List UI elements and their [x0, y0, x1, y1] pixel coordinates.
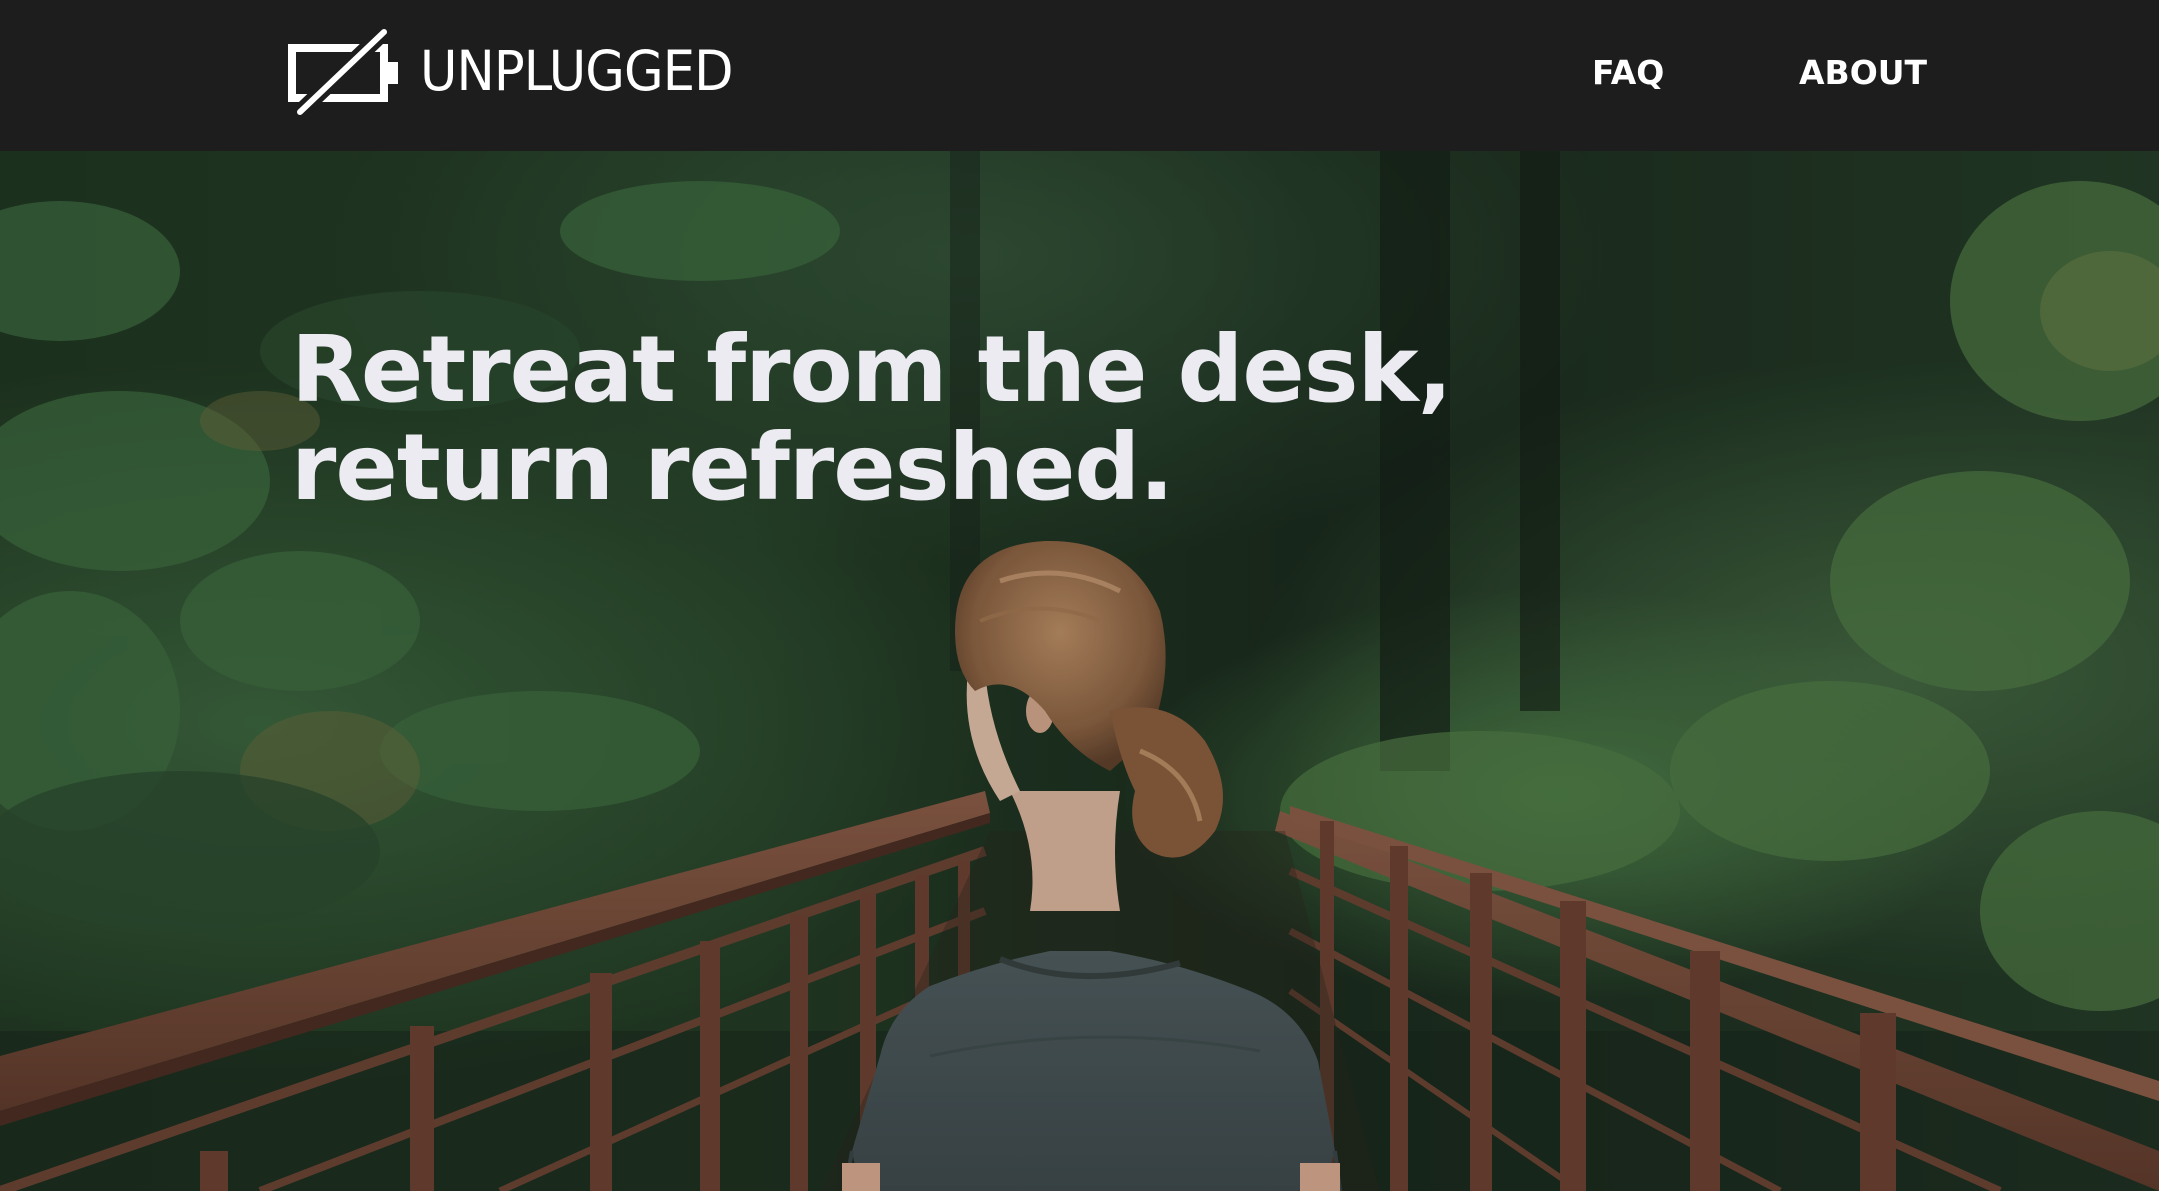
- hero-headline-line-1: Retreat from the desk,: [291, 316, 1453, 423]
- hero-headline-line-2: return refreshed.: [291, 414, 1174, 521]
- woman-on-forest-bridge-photo: [0, 151, 2159, 1191]
- battery-off-icon: [288, 26, 398, 116]
- brand-name: UNPLUGGED: [420, 38, 733, 103]
- hero-section: Retreat from the desk, return refreshed.: [0, 151, 2159, 1191]
- hero-headline: Retreat from the desk, return refreshed.: [291, 316, 1453, 521]
- nav-link-about[interactable]: ABOUT: [1799, 50, 1927, 94]
- brand-logo-link[interactable]: UNPLUGGED: [288, 26, 756, 116]
- site-header: UNPLUGGED FAQ ABOUT: [0, 0, 2159, 151]
- nav-link-faq[interactable]: FAQ: [1592, 50, 1664, 94]
- landing-page: UNPLUGGED FAQ ABOUT Retreat from the des…: [0, 0, 2159, 1191]
